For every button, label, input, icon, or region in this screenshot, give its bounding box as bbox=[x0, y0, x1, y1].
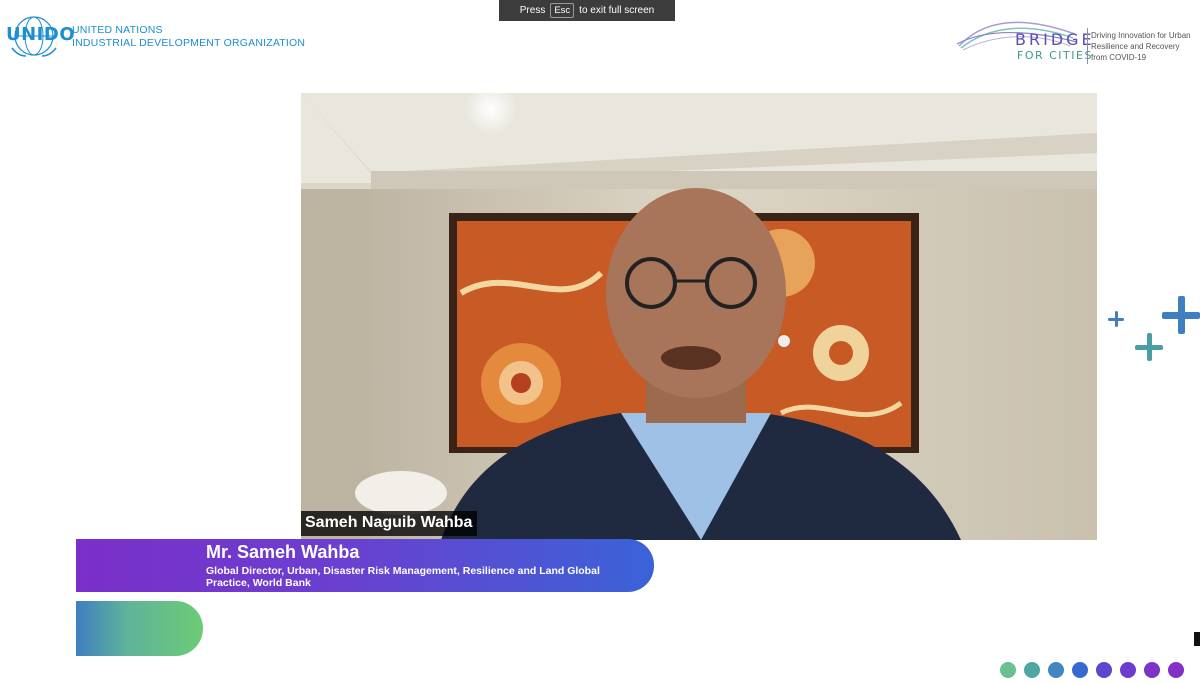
plus-decoration-large-icon bbox=[1162, 296, 1200, 334]
speaker-title: Global Director, Urban, Disaster Risk Ma… bbox=[206, 565, 600, 589]
logo-divider bbox=[1087, 28, 1088, 64]
un-emblem-icon: UNIDO bbox=[6, 14, 76, 60]
bridge-for-cities-logo: BRIDGE FOR CITIES Driving Innovation for… bbox=[955, 12, 1195, 68]
dot-6 bbox=[1120, 662, 1136, 678]
esc-key: Esc bbox=[550, 3, 575, 18]
event-tagline: Driving Innovation for Urban Resilience … bbox=[1091, 31, 1191, 62]
org-name-line1: UNITED NATIONS bbox=[72, 24, 163, 36]
hint-prefix: Press bbox=[519, 5, 546, 16]
plus-decoration-small-icon bbox=[1108, 311, 1124, 327]
dot-4 bbox=[1072, 662, 1088, 678]
speaker-name: Mr. Sameh Wahba bbox=[206, 542, 360, 562]
edge-marker bbox=[1194, 632, 1200, 646]
dot-3 bbox=[1048, 662, 1064, 678]
org-name-line2: INDUSTRIAL DEVELOPMENT ORGANIZATION bbox=[72, 37, 306, 49]
fullscreen-exit-hint: Press Esc to exit full screen bbox=[499, 0, 675, 21]
decorative-gradient-pill bbox=[76, 601, 203, 656]
participant-name-label: Sameh Naguib Wahba bbox=[301, 511, 478, 536]
speaker-video-feed: Sameh Naguib Wahba bbox=[301, 93, 1097, 540]
dot-5 bbox=[1096, 662, 1112, 678]
decorative-dot-row bbox=[1000, 662, 1184, 678]
dot-1 bbox=[1000, 662, 1016, 678]
dot-7 bbox=[1144, 662, 1160, 678]
dot-8 bbox=[1168, 662, 1184, 678]
bridge-wordmark: BRIDGE bbox=[1015, 30, 1095, 49]
for-cities-wordmark: FOR CITIES bbox=[1017, 49, 1093, 62]
unido-logo: UNIDO UNITED NATIONS INDUSTRIAL DEVELOPM… bbox=[6, 14, 305, 60]
speaker-lower-third: Mr. Sameh Wahba Global Director, Urban, … bbox=[76, 539, 654, 592]
unido-wordmark: UNIDO bbox=[6, 24, 76, 45]
hint-suffix: to exit full screen bbox=[579, 5, 655, 16]
dot-2 bbox=[1024, 662, 1040, 678]
plus-decoration-medium-icon bbox=[1135, 333, 1163, 361]
video-frame-image bbox=[301, 93, 1097, 540]
